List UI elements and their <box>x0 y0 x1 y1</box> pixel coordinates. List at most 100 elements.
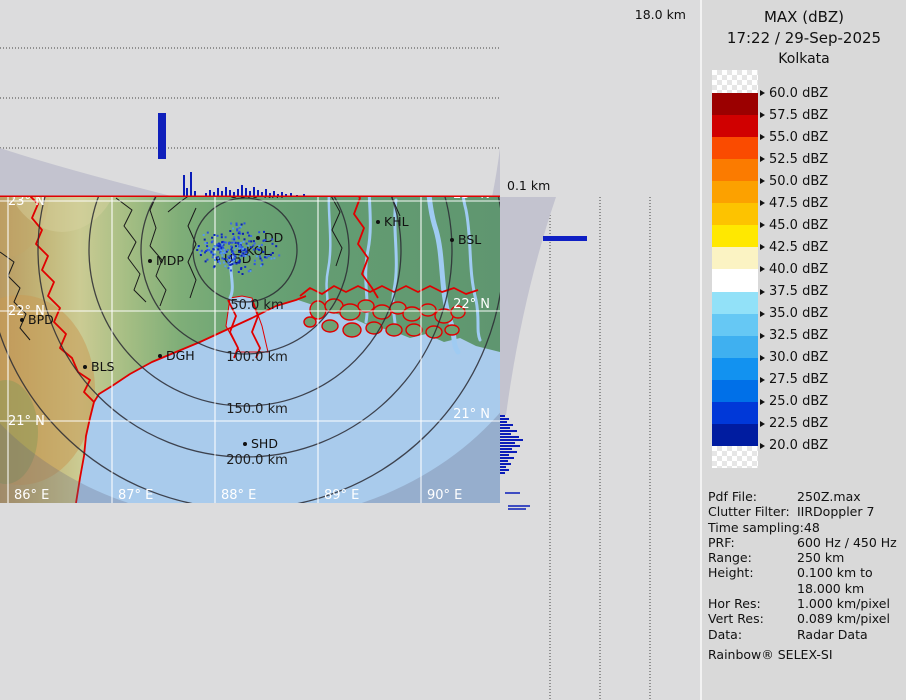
top-profile-plot <box>0 0 500 197</box>
tick-text: 27.5 dBZ <box>769 372 829 388</box>
color-strip <box>712 291 758 315</box>
scale-tick-label: 27.5 dBZ <box>760 372 829 388</box>
tick-text: 52.5 dBZ <box>769 151 829 167</box>
above-scale-checker <box>712 70 758 93</box>
software-brand: Rainbow® SELEX-SI <box>708 646 833 662</box>
svg-text:200.0 km: 200.0 km <box>226 453 288 468</box>
scale-tick-label: 32.5 dBZ <box>760 328 829 344</box>
svg-text:KHL: KHL <box>384 214 409 229</box>
metadata-label: Vert Res: <box>708 611 764 627</box>
svg-text:87° E: 87° E <box>118 488 153 503</box>
tick-text: 30.0 dBZ <box>769 350 829 366</box>
profile-axis-corner: 18.0 km 0.1 km <box>500 0 700 197</box>
tick-arrow-icon <box>760 398 765 405</box>
metadata-label: Data: <box>708 626 743 642</box>
scale-tick-label: 57.5 dBZ <box>760 107 829 123</box>
svg-text:88° E: 88° E <box>221 488 256 503</box>
tick-text: 20.0 dBZ <box>769 438 829 454</box>
height-axis-min-label: 0.1 km <box>507 178 551 193</box>
color-strip <box>712 313 758 337</box>
height-axis-max-label: 18.0 km <box>634 7 686 22</box>
scale-tick-label: 37.5 dBZ <box>760 284 829 300</box>
scale-tick-label: 30.0 dBZ <box>760 350 829 366</box>
tick-arrow-icon <box>760 442 765 449</box>
metadata-row: Data: Radar Data <box>708 627 906 642</box>
tick-text: 35.0 dBZ <box>769 306 829 322</box>
tick-arrow-icon <box>760 420 765 427</box>
scale-tick-label: 40.0 dBZ <box>760 262 828 277</box>
color-strip <box>712 335 758 359</box>
metadata-value: 48 <box>803 519 820 535</box>
tick-text: 57.5 dBZ <box>769 107 829 123</box>
tick-arrow-icon <box>760 244 765 251</box>
metadata-row: PRF: 600 Hz / 450 Hz <box>708 535 906 550</box>
color-strip <box>712 181 758 204</box>
tick-arrow-icon <box>760 354 765 361</box>
metadata-value: 0.100 km to 18.000 km <box>797 565 873 596</box>
right-profile-plot <box>500 197 700 700</box>
metadata-label: Hor Res: <box>708 596 761 612</box>
tick-text: 47.5 dBZ <box>769 195 829 211</box>
svg-text:21° N: 21° N <box>453 407 490 422</box>
metadata-value: 600 Hz / 450 Hz <box>797 534 897 550</box>
tick-arrow-icon <box>760 200 765 207</box>
metadata-label: Height: <box>708 565 754 581</box>
metadata-label: Pdf File: <box>708 489 757 504</box>
tick-arrow-icon <box>760 222 765 229</box>
tick-arrow-icon <box>760 288 765 295</box>
color-strip <box>712 423 758 447</box>
svg-text:89° E: 89° E <box>324 488 359 503</box>
tick-text: 45.0 dBZ <box>769 217 829 233</box>
color-strip <box>712 379 758 403</box>
scale-tick-label: 55.0 dBZ <box>760 130 828 145</box>
metadata-row: Range: 250 km <box>708 550 906 565</box>
metadata-label: Range: <box>708 550 752 566</box>
metadata-value: IIRDoppler 7 <box>797 504 875 520</box>
metadata-value: 250Z.max <box>797 489 861 504</box>
color-scale <box>712 70 758 468</box>
scale-tick-label: 52.5 dBZ <box>760 151 829 167</box>
svg-text:22° N: 22° N <box>453 297 490 312</box>
tick-text: 32.5 dBZ <box>769 328 829 344</box>
svg-text:MDP: MDP <box>156 253 184 268</box>
color-strip <box>712 137 758 160</box>
metadata-row: Vert Res: 0.089 km/pixel <box>708 611 906 626</box>
metadata-value: 250 km <box>797 550 845 566</box>
color-strip <box>712 93 758 116</box>
metadata-row: Time sampling: 48 <box>708 520 906 535</box>
tick-arrow-icon <box>760 90 765 96</box>
metadata-row: Clutter Filter: IIRDoppler 7 <box>708 504 906 519</box>
color-strip <box>712 269 758 293</box>
metadata-value: 0.089 km/pixel <box>797 611 890 627</box>
tick-arrow-icon <box>760 310 765 317</box>
tick-text: 60.0 dBZ <box>769 85 829 101</box>
svg-text:DGH: DGH <box>166 348 195 363</box>
tick-text: 37.5 dBZ <box>769 284 829 300</box>
tick-text: 25.0 dBZ <box>769 394 829 410</box>
scale-tick-label: 20.0 dBZ <box>760 438 829 454</box>
tick-arrow-icon <box>760 376 765 383</box>
tick-arrow-icon <box>760 332 765 339</box>
metadata-label: PRF: <box>708 534 735 550</box>
top-height-profile-panel <box>0 0 500 197</box>
legend-panel: MAX (dBZ) 17:22 / 29-Sep-2025 Kolkata 60… <box>700 0 906 700</box>
tick-arrow-icon <box>760 178 765 185</box>
scan-metadata: Pdf File: 250Z.max Clutter Filter: IIRDoppl… <box>708 489 906 662</box>
tick-text: 50.0 dBZ <box>769 173 829 189</box>
tick-arrow-icon <box>760 134 765 141</box>
tick-arrow-icon <box>760 156 765 163</box>
scale-tick-label: 60.0 dBZ <box>760 85 829 101</box>
color-strip <box>712 357 758 381</box>
metadata-label: Clutter Filter: <box>708 504 790 520</box>
scale-tick-label: 25.0 dBZ <box>760 394 829 410</box>
color-strip <box>712 247 758 270</box>
svg-text:21° N: 21° N <box>8 414 45 429</box>
color-strip <box>712 203 758 226</box>
radar-application-window: 18.0 km 0.1 km 86° E86° E87° E87° E88° E… <box>0 0 906 700</box>
svg-text:BLS: BLS <box>91 359 115 374</box>
tick-text: 22.5 dBZ <box>769 416 829 432</box>
metadata-rows: Pdf File: 250Z.max Clutter Filter: IIRDoppl… <box>708 489 906 642</box>
svg-text:50.0 km: 50.0 km <box>230 298 283 313</box>
svg-text:SHD: SHD <box>251 436 278 451</box>
metadata-row: Hor Res: 1.000 km/pixel <box>708 596 906 611</box>
